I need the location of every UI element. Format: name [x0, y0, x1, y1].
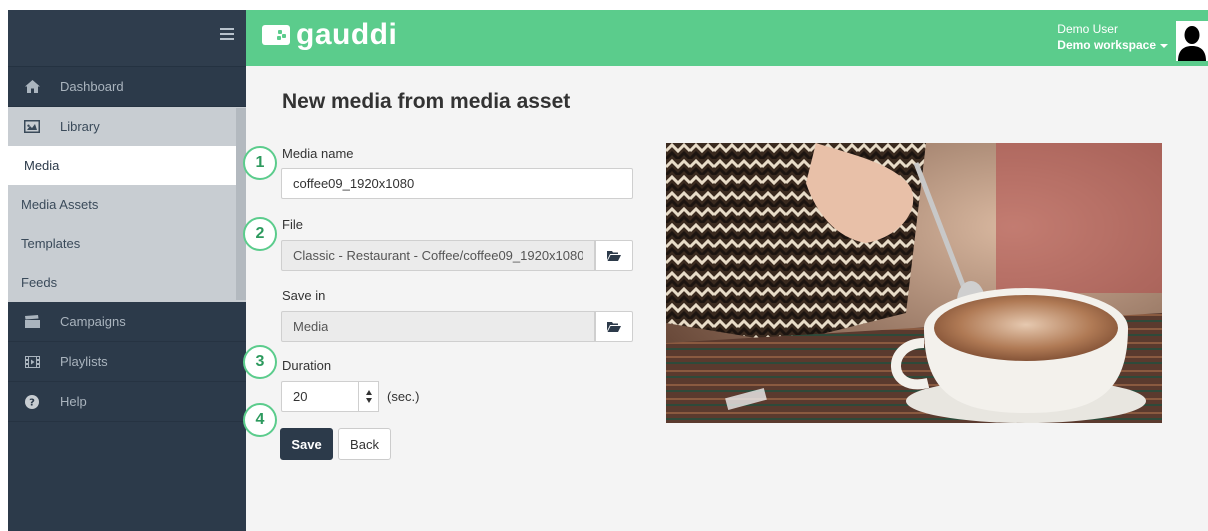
sidebar-subitem-media-assets[interactable]: Media Assets	[8, 185, 246, 224]
duration-label: Duration	[282, 358, 332, 373]
avatar[interactable]	[1176, 21, 1208, 61]
user-name: Demo User	[1057, 22, 1118, 36]
page-title: New media from media asset	[282, 90, 571, 113]
sidebar-scrollbar[interactable]	[236, 108, 246, 300]
save-button[interactable]: Save	[280, 428, 333, 460]
back-button[interactable]: Back	[338, 428, 391, 460]
duration-input[interactable]: 20	[281, 381, 359, 412]
film-icon	[24, 355, 40, 368]
brand-logo[interactable]: gauddi	[262, 18, 397, 52]
step-badge-3: 3	[243, 345, 277, 379]
sidebar-item-campaigns[interactable]: Campaigns	[8, 302, 246, 342]
sidebar-item-label: Campaigns	[60, 314, 126, 329]
logo-mark-icon	[262, 25, 290, 45]
file-field: Classic - Restaurant - Coffee/coffee09_1…	[281, 240, 595, 271]
top-header: gauddi Demo User Demo workspace	[246, 10, 1208, 66]
media-preview-image	[666, 143, 1162, 423]
brand-name: gauddi	[296, 18, 398, 51]
sidebar-item-library[interactable]: Library	[8, 107, 246, 146]
sidebar-item-help[interactable]: ? Help	[8, 382, 246, 422]
image-icon	[24, 120, 40, 133]
library-submenu: Media Media Assets Templates Feeds	[8, 146, 246, 302]
media-name-value: coffee09_1920x1080	[293, 176, 415, 191]
sidebar-subitem-templates[interactable]: Templates	[8, 224, 246, 263]
sidebar-subitem-media[interactable]: Media	[8, 146, 246, 185]
sidebar: Dashboard Library Media Media Assets Tem…	[8, 10, 246, 531]
file-value: Classic - Restaurant - Coffee/coffee09_1…	[293, 248, 583, 263]
step-badge-2: 2	[243, 217, 277, 251]
sidebar-item-dashboard[interactable]: Dashboard	[8, 67, 246, 107]
increment-arrow-icon[interactable]	[365, 390, 372, 395]
sidebar-item-label: Playlists	[60, 354, 108, 369]
sidebar-nav: Dashboard Library Media Media Assets Tem…	[8, 67, 246, 422]
sidebar-item-label: Library	[60, 119, 100, 134]
step-badge-1: 1	[243, 146, 277, 180]
save-in-browse-button[interactable]	[595, 311, 633, 342]
duration-unit: (sec.)	[387, 389, 420, 404]
clapperboard-icon	[24, 315, 40, 328]
user-menu[interactable]: Demo User Demo workspace	[1057, 21, 1168, 53]
sidebar-subitem-feeds[interactable]: Feeds	[8, 263, 246, 302]
folder-open-icon	[607, 322, 621, 332]
svg-text:?: ?	[29, 397, 35, 408]
duration-stepper[interactable]	[359, 381, 379, 412]
media-name-label: Media name	[282, 146, 354, 161]
save-in-label: Save in	[282, 288, 326, 303]
question-circle-icon: ?	[24, 394, 40, 409]
sidebar-top	[8, 10, 246, 67]
caret-down-icon	[1160, 43, 1168, 48]
workspace-selector[interactable]: Demo workspace	[1057, 37, 1168, 53]
save-in-field: Media	[281, 311, 595, 342]
duration-value: 20	[293, 389, 308, 404]
app-window: Dashboard Library Media Media Assets Tem…	[8, 10, 1208, 531]
workspace-name: Demo workspace	[1057, 38, 1156, 52]
sidebar-item-label: Dashboard	[60, 79, 124, 94]
file-label: File	[282, 217, 303, 232]
decrement-arrow-icon[interactable]	[365, 398, 372, 403]
file-browse-button[interactable]	[595, 240, 633, 271]
sidebar-item-label: Help	[60, 394, 87, 409]
sidebar-item-playlists[interactable]: Playlists	[8, 342, 246, 382]
step-badge-4: 4	[243, 403, 277, 437]
folder-open-icon	[607, 251, 621, 261]
save-in-value: Media	[293, 319, 329, 334]
home-icon	[24, 80, 40, 93]
hamburger-menu-icon[interactable]	[220, 28, 234, 40]
media-name-input[interactable]: coffee09_1920x1080	[281, 168, 633, 199]
